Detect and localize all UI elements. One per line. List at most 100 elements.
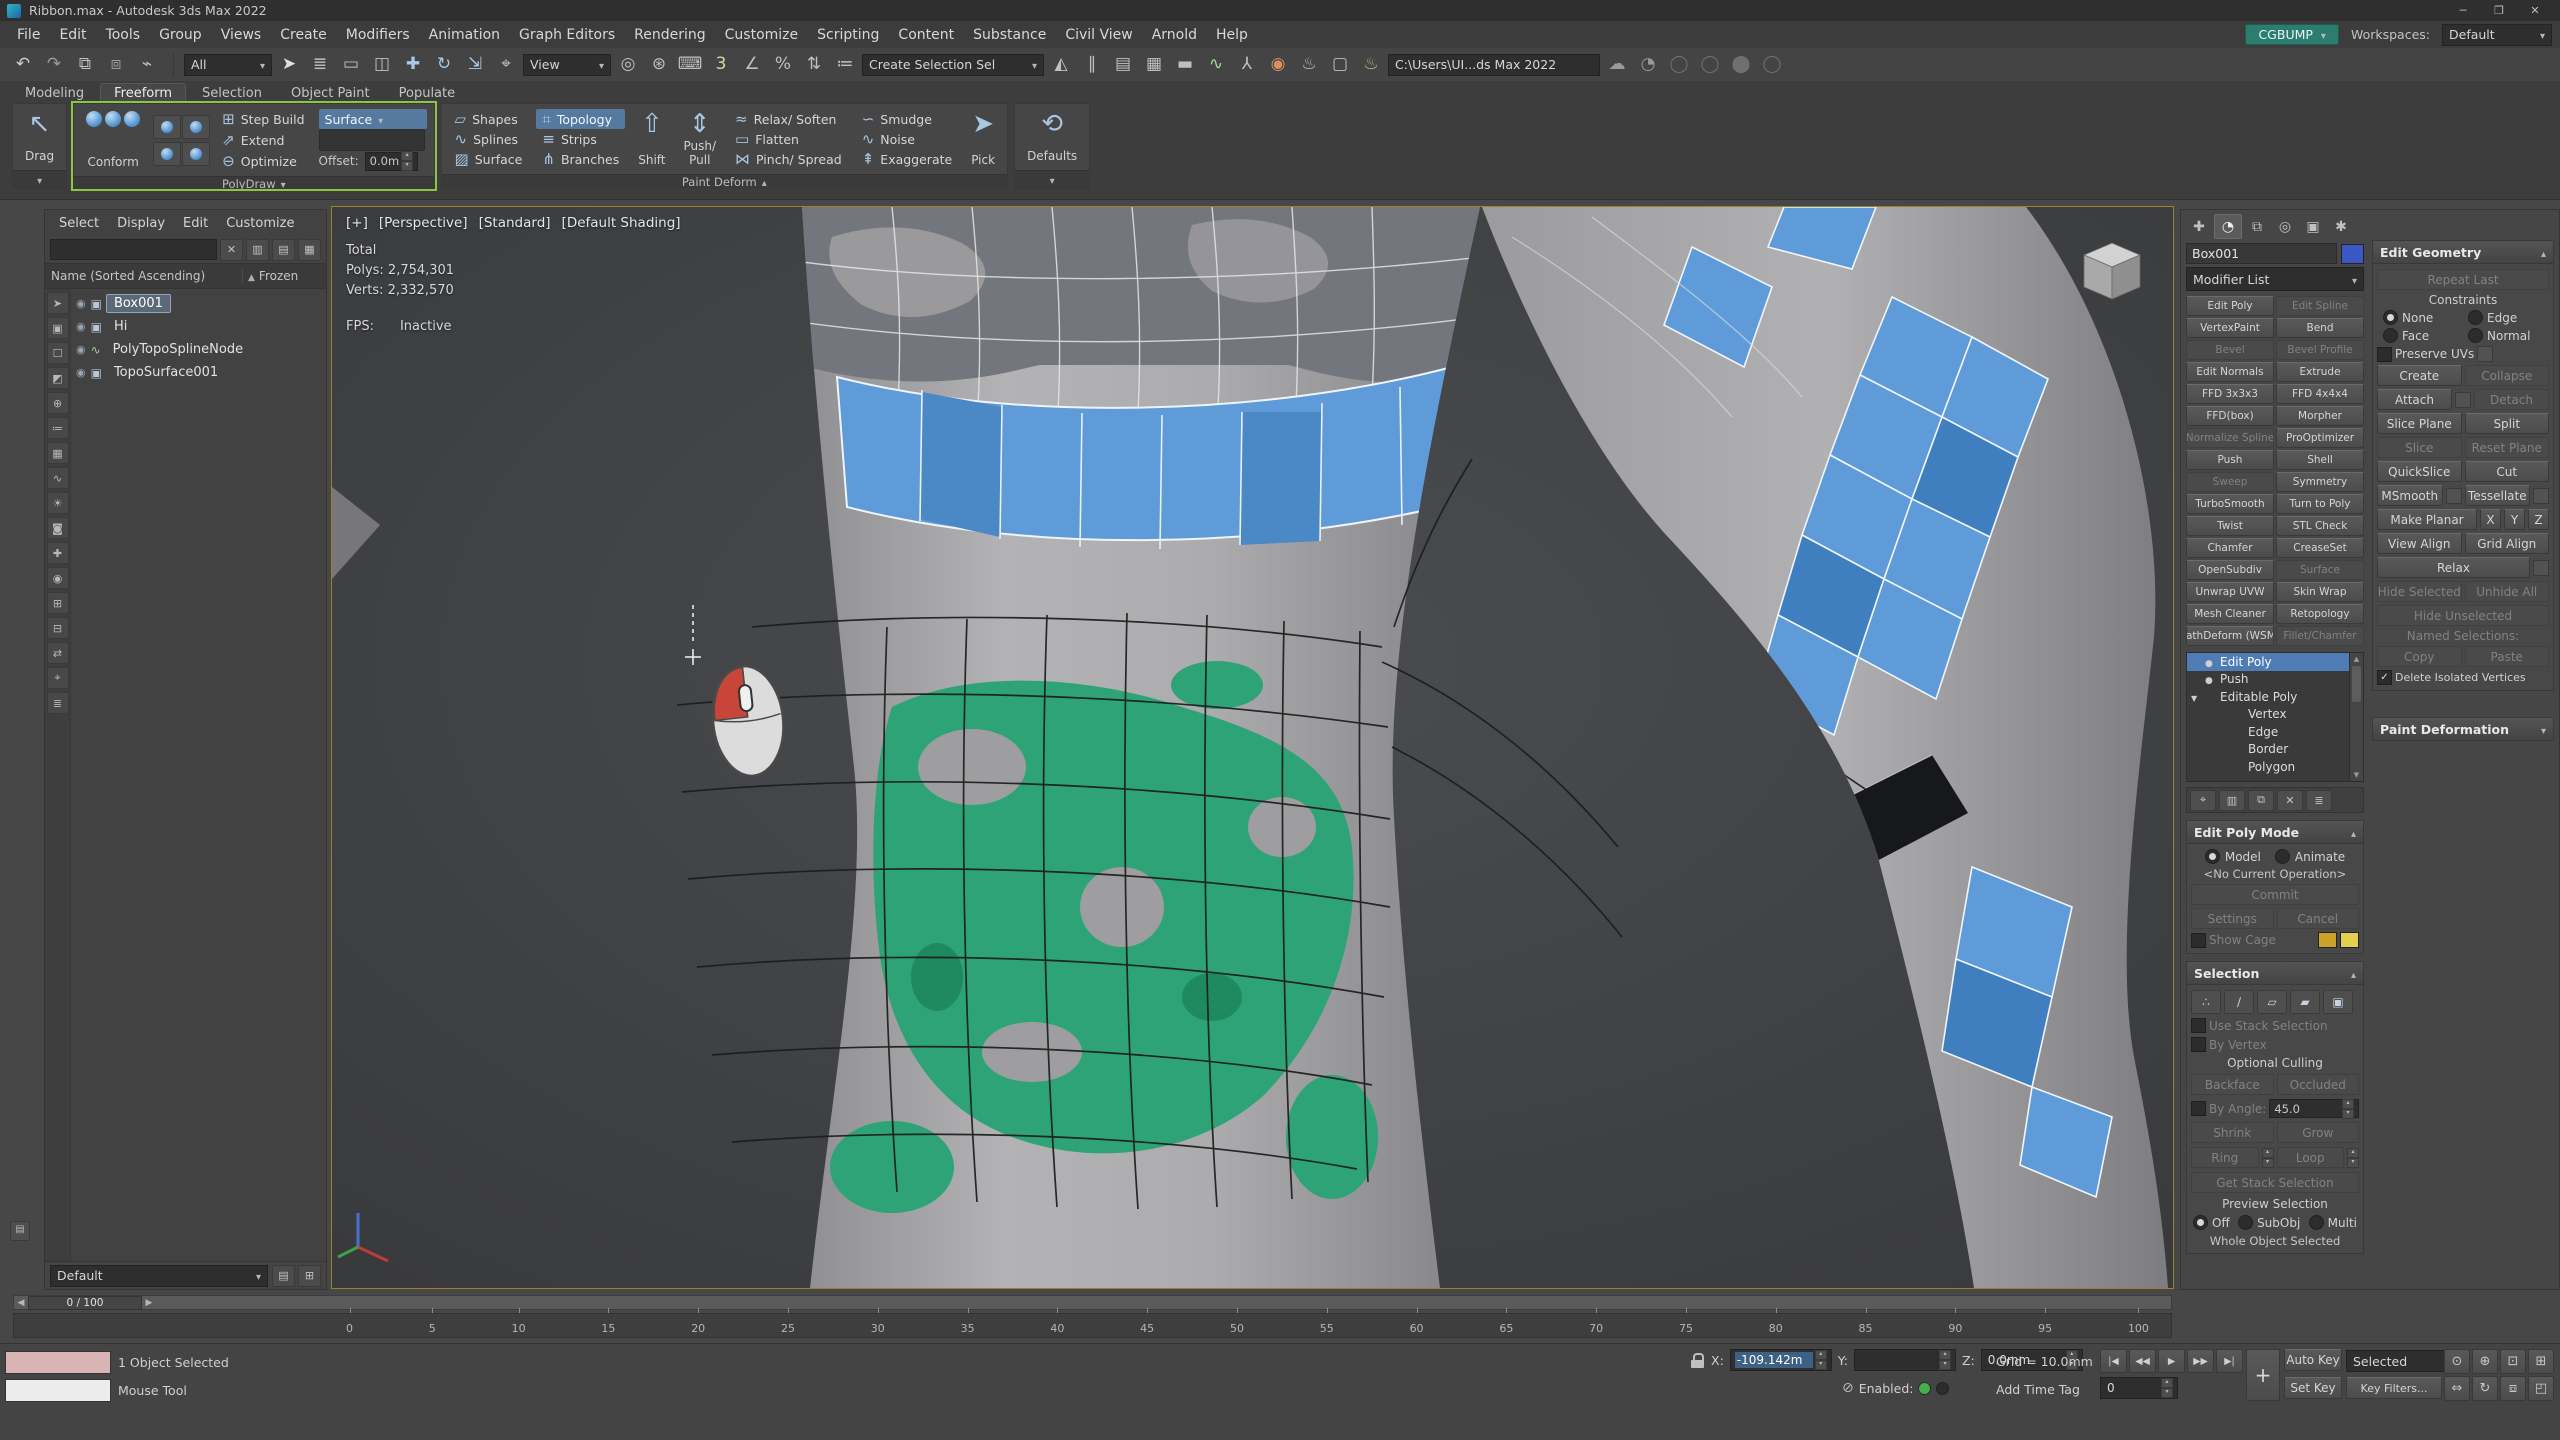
animate-mode-radio[interactable]: Animate	[2275, 849, 2345, 864]
layer-explorer-mode-icon[interactable]: ▤	[272, 1265, 295, 1287]
inactive-icon[interactable]: ⬤	[1726, 51, 1756, 79]
minimize-button[interactable]: ─	[2445, 0, 2481, 21]
modifier-stack-row[interactable]: Editable Poly	[2187, 688, 2363, 706]
menu-item[interactable]: Modifiers	[337, 25, 419, 45]
modifier-preset-button[interactable]: Edit Normals	[2186, 362, 2274, 382]
defaults-button[interactable]: ⟲ Defaults	[1022, 108, 1082, 166]
viewcube[interactable]	[2084, 243, 2140, 299]
choose-explorer-icon[interactable]: ▦	[298, 239, 321, 261]
modifier-preset-button[interactable]: Bend	[2276, 318, 2364, 338]
ribbon-tab[interactable]: Freeform	[100, 83, 186, 103]
spinner-arrows-icon[interactable]	[2161, 1378, 2173, 1398]
paint-deform-button[interactable]: ⌗Topology	[536, 109, 625, 129]
select-and-link-icon[interactable]: ⧉	[70, 51, 100, 79]
modifier-preset-button[interactable]: Normalize Spline	[2186, 428, 2274, 448]
spinner-arrows-icon[interactable]	[401, 151, 413, 171]
cage-color-swatch[interactable]	[2318, 932, 2337, 948]
paint-deform-button[interactable]: ▨Surface	[449, 149, 529, 169]
window-crossing-icon[interactable]: ◫	[367, 51, 397, 79]
constraint-none-radio[interactable]: None	[2383, 310, 2458, 325]
configure-modifier-sets-icon[interactable]: ≣	[2306, 790, 2332, 811]
pan-icon[interactable]: ⇔	[2444, 1376, 2470, 1401]
modifier-list-dropdown[interactable]: Modifier List	[2186, 267, 2364, 291]
menu-item[interactable]: Arnold	[1143, 25, 1206, 45]
view-align-button[interactable]: View Align	[2377, 533, 2462, 554]
attach-button[interactable]: Attach	[2377, 389, 2452, 410]
motion-tab[interactable]: ◎	[2272, 215, 2298, 238]
scene-object-row[interactable]: ∿ PolyTopoSplineNode	[71, 338, 326, 361]
sync-selection-icon[interactable]: ⇄	[47, 642, 69, 664]
pick-select-icon[interactable]: ➤	[47, 292, 69, 314]
inactive-icon[interactable]: ◯	[1695, 51, 1725, 79]
copy-button[interactable]: Copy	[2377, 646, 2462, 667]
modifier-preset-button[interactable]: Surface	[2276, 560, 2364, 580]
select-and-move-icon[interactable]: ✚	[398, 51, 428, 79]
menu-item[interactable]: Tools	[97, 25, 150, 45]
display-cameras-icon[interactable]: ◙	[47, 517, 69, 539]
collapse-button[interactable]: Collapse	[2465, 365, 2550, 386]
detach-button[interactable]: Detach	[2474, 389, 2549, 410]
render-in-cloud-icon[interactable]: ☁	[1602, 51, 1632, 79]
menu-item[interactable]: Graph Editors	[510, 25, 624, 45]
remove-modifier-icon[interactable]: ✕	[2277, 790, 2303, 811]
element-icon[interactable]: ▣	[2323, 990, 2353, 1014]
material-editor-icon[interactable]: ◉	[1263, 51, 1293, 79]
select-and-place-icon[interactable]: ⌖	[491, 51, 521, 79]
select-and-scale-icon[interactable]: ⇲	[460, 51, 490, 79]
by-angle-checkbox[interactable]	[2191, 1101, 2206, 1116]
viewport-menu-segment[interactable]: [Standard]	[479, 215, 551, 231]
paint-deform-button[interactable]: ▭Flatten	[729, 129, 848, 149]
spinner-snap-icon[interactable]: ⇅	[799, 51, 829, 79]
schematic-view-icon[interactable]: ⅄	[1232, 51, 1262, 79]
paint-deform-button[interactable]: ∿Splines	[449, 129, 529, 149]
menu-item[interactable]: Content	[889, 25, 963, 45]
create-button[interactable]: Create	[2377, 365, 2462, 386]
display-helpers-icon[interactable]: ✚	[47, 542, 69, 564]
modifier-stack-row[interactable]: Edit Poly	[2187, 653, 2363, 671]
show-end-result-icon[interactable]: ▥	[2219, 790, 2245, 811]
explorer-preset-dropdown[interactable]: Default	[50, 1265, 268, 1287]
reference-coordinate-dropdown[interactable]: View	[523, 54, 611, 76]
modifier-preset-button[interactable]: ProOptimizer	[2276, 428, 2364, 448]
polygon-icon[interactable]: ▰	[2290, 990, 2320, 1014]
spinner-arrows-icon[interactable]	[1815, 1350, 1827, 1370]
planar-x-button[interactable]: X	[2480, 509, 2501, 530]
clear-search-icon[interactable]: ✕	[220, 239, 243, 261]
ring-button[interactable]: Ring	[2191, 1147, 2259, 1168]
angle-spinner[interactable]: 45.0	[2269, 1099, 2359, 1118]
loop-button[interactable]: Loop	[2277, 1147, 2345, 1168]
preserve-uvs-settings-button[interactable]	[2477, 346, 2493, 362]
ribbon-tab[interactable]: Object Paint	[278, 84, 383, 103]
use-stack-selection-checkbox[interactable]: Use Stack Selection	[2191, 1018, 2359, 1033]
scene-explorer-toggle-icon[interactable]: ▤	[1108, 51, 1138, 79]
visibility-icon[interactable]	[76, 365, 86, 380]
render-production-icon[interactable]: ♨	[1356, 51, 1386, 79]
conform-brush-option-icon[interactable]	[182, 142, 210, 166]
modifier-preset-button[interactable]: Retopology	[2276, 604, 2364, 624]
select-object-icon[interactable]: ➤	[274, 51, 304, 79]
align-icon[interactable]: ∥	[1077, 51, 1107, 79]
repeat-last-button[interactable]: Repeat Last	[2377, 269, 2549, 290]
orbit-icon[interactable]: ↻	[2472, 1376, 2498, 1401]
selection-filter-dropdown[interactable]: All	[184, 54, 272, 76]
cut-button[interactable]: Cut	[2465, 461, 2550, 482]
unhide-all-button[interactable]: Unhide All	[2465, 581, 2550, 602]
display-materials-icon[interactable]: ◉	[47, 567, 69, 589]
modifier-preset-button[interactable]: Bevel	[2186, 340, 2274, 360]
set-key-button[interactable]: Set Key	[2284, 1377, 2342, 1399]
set-keys-button[interactable]	[2246, 1349, 2280, 1401]
menu-item[interactable]: Civil View	[1056, 25, 1141, 45]
modifier-preset-button[interactable]: Skin Wrap	[2276, 582, 2364, 602]
add-time-tag-button[interactable]: Add Time Tag	[1996, 1382, 2080, 1397]
viewport-menu-segment[interactable]: [Default Shading]	[562, 215, 681, 231]
delete-isolated-vertices-checkbox[interactable]	[2377, 670, 2392, 685]
planar-y-button[interactable]: Y	[2504, 509, 2525, 530]
paint-deform-panel-label[interactable]: Paint Deform	[442, 174, 1008, 189]
paint-deform-button[interactable]: ⇞Exaggerate	[856, 149, 958, 169]
scene-object-row[interactable]: ▣ Box001	[71, 292, 326, 315]
zoom-extents-icon[interactable]: ⊡	[2500, 1349, 2526, 1374]
paint-deform-button[interactable]: ⋔Branches	[536, 149, 625, 169]
expand-icon[interactable]	[2191, 690, 2201, 704]
workspace-dropdown[interactable]: Default	[2442, 24, 2552, 46]
adaptive-degradation-icon[interactable]: ⊘	[1842, 1380, 1854, 1396]
